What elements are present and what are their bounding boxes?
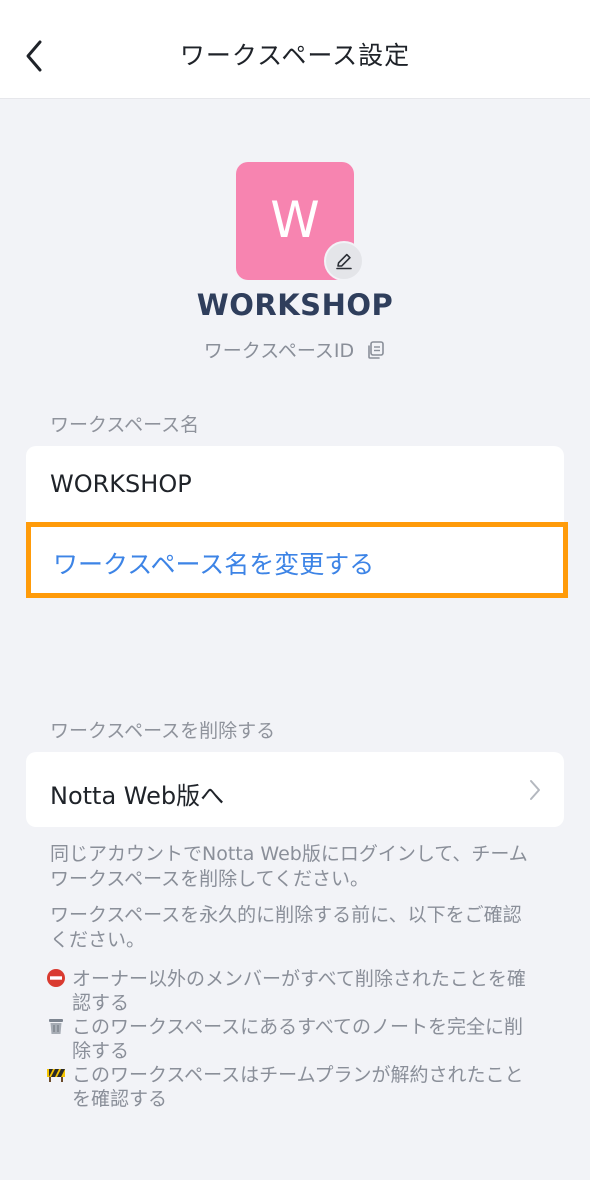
delete-warning-text: ワークスペースを永久的に削除する前に、以下をご確認 ください。 <box>50 904 522 951</box>
no-entry-icon <box>47 969 65 987</box>
page-title: ワークスペース設定 <box>179 41 411 70</box>
checklist-item: オーナー以外のメンバーがすべて削除されたことを確 認する <box>46 967 556 1015</box>
nav-bar: ワークスペース設定 <box>0 0 590 99</box>
copy-icon[interactable] <box>366 340 386 365</box>
delete-instruction-text: 同じアカウントでNotta Web版にログインして、チーム ワークスペースを削除… <box>50 843 528 890</box>
checklist-item: このワークスペースはチームプランが解約されたこと を確認する <box>46 1063 556 1111</box>
chevron-right-icon <box>530 780 540 800</box>
checklist-item: このワークスペースにあるすべてのノートを完全に削 除する <box>46 1015 556 1063</box>
trash-icon <box>49 1019 63 1034</box>
rename-workspace-button[interactable]: ワークスペース名を変更する <box>26 522 568 598</box>
avatar-letter: W <box>270 191 320 249</box>
notta-web-link-label: Notta Web版へ <box>50 782 225 810</box>
workspace-id-row: ワークスペースID <box>0 336 590 365</box>
workspace-name-heading: WORKSHOP <box>196 288 394 322</box>
edit-avatar-button[interactable] <box>324 241 364 281</box>
rename-workspace-label: ワークスペース名を変更する <box>53 550 375 579</box>
workspace-name-section-label: ワークスペース名 <box>50 414 200 436</box>
construction-icon <box>47 1069 65 1082</box>
workspace-id-label: ワークスペースID <box>203 340 355 362</box>
pencil-icon <box>336 253 352 270</box>
delete-section-label: ワークスペースを削除する <box>50 720 276 742</box>
workspace-name-value: WORKSHOP <box>50 470 192 498</box>
